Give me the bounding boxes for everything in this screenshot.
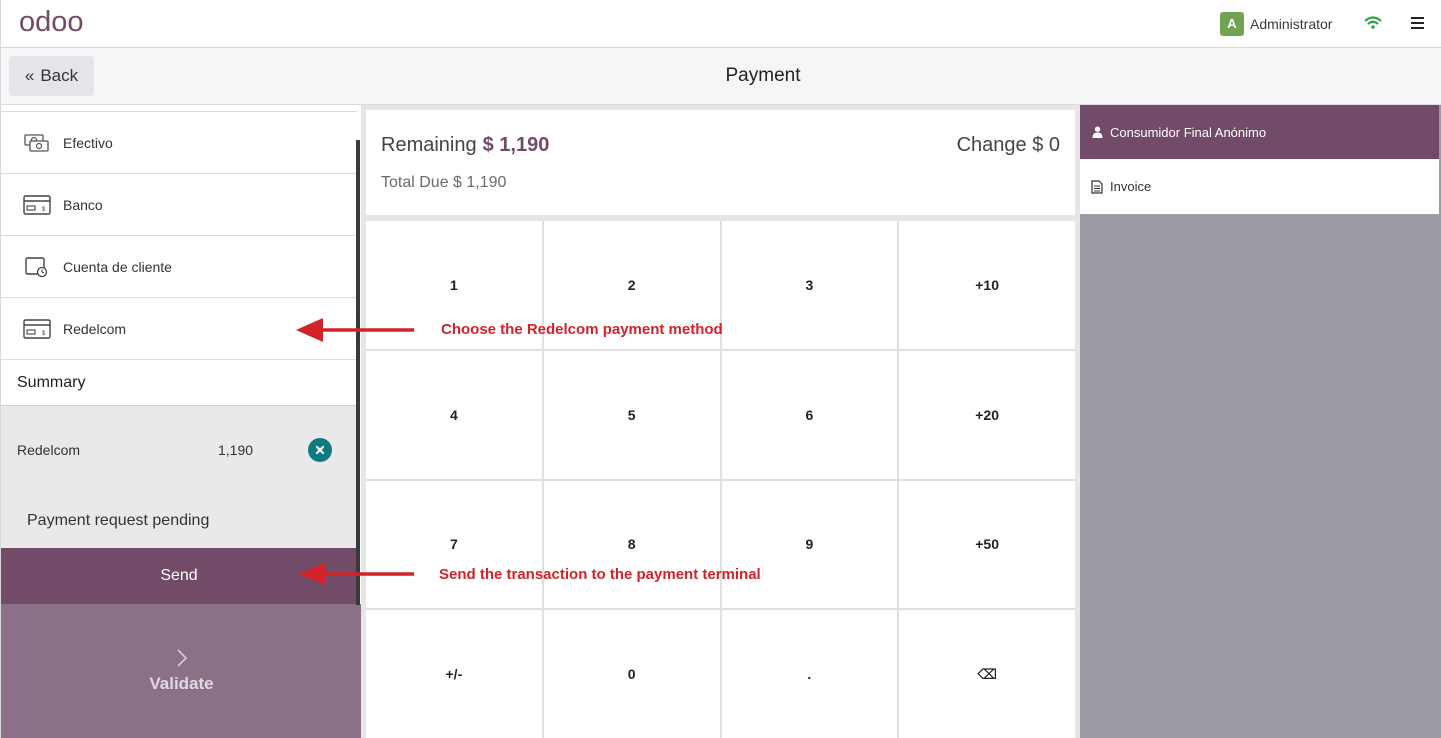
total-due-label: Total Due: [381, 174, 449, 191]
chevron-right-icon: [176, 649, 187, 667]
page-title: Payment: [725, 65, 801, 86]
odoo-logo: odoo: [19, 7, 84, 38]
payment-center-panel: Remaining $ 1,190 Change $ 0 Total Due $ …: [361, 105, 1080, 738]
control-bar: « Back Payment: [0, 48, 1441, 105]
customer-account-icon: [25, 256, 48, 277]
cash-icon: [24, 133, 49, 152]
total-due: Total Due $ 1,190: [381, 174, 506, 192]
back-label: Back: [40, 66, 79, 85]
user-name: Administrator: [1250, 15, 1333, 32]
svg-text:$: $: [42, 207, 46, 213]
remove-payment-line-button[interactable]: [308, 438, 332, 462]
annotation-send-transaction: Send the transaction to the payment term…: [439, 566, 761, 583]
numpad: 1 2 3 +10 4 5 6 +20 7 8 9 +50 +/- 0 . ⌫: [366, 221, 1075, 738]
numpad-key-3[interactable]: 3: [721, 221, 898, 349]
document-icon: [1091, 179, 1103, 194]
payment-method-efectivo[interactable]: Efectivo: [1, 112, 357, 174]
total-due-value: $ 1,190: [453, 174, 507, 191]
remaining-value: $ 1,190: [482, 134, 550, 156]
customer-button[interactable]: Consumidor Final Anónimo: [1080, 105, 1439, 159]
wifi-icon[interactable]: [1364, 14, 1382, 32]
numpad-key-4[interactable]: 4: [366, 350, 542, 479]
payment-line[interactable]: Redelcom 1,190 Payment request pending: [1, 406, 357, 548]
numpad-key-6[interactable]: 6: [721, 350, 898, 479]
hamburger-menu-icon[interactable]: [1411, 17, 1424, 29]
annotation-choose-method: Choose the Redelcom payment method: [441, 321, 723, 338]
numpad-key-plus-10[interactable]: +10: [899, 221, 1075, 349]
close-icon: [315, 445, 325, 455]
numpad-key-sign[interactable]: +/-: [366, 610, 542, 738]
backspace-icon[interactable]: ⌫: [899, 610, 1075, 738]
payment-method-cuenta-de-cliente[interactable]: Cuenta de cliente: [1, 236, 357, 298]
scroll-divider: [356, 140, 360, 605]
payment-line-amount: 1,190: [218, 442, 254, 458]
validate-label: Validate: [149, 674, 214, 693]
svg-text:odoo: odoo: [19, 7, 84, 38]
user-menu[interactable]: A Administrator: [1220, 11, 1332, 36]
numpad-key-9[interactable]: 9: [721, 480, 898, 609]
invoice-label: Invoice: [1110, 179, 1152, 194]
payment-line-method: Redelcom: [17, 442, 81, 458]
numpad-key-8[interactable]: 8: [543, 480, 720, 609]
payment-method-banco[interactable]: $ Banco: [1, 174, 357, 236]
double-chevron-left-icon: «: [24, 66, 35, 85]
numpad-key-0[interactable]: 0: [543, 610, 720, 738]
change-label: Change: [956, 134, 1027, 156]
numpad-key-decimal[interactable]: .: [721, 610, 898, 738]
numpad-key-plus-20[interactable]: +20: [899, 350, 1075, 479]
svg-text:$: $: [42, 331, 46, 337]
back-button[interactable]: « Back: [9, 56, 94, 96]
remaining-label: Remaining: [381, 134, 477, 156]
top-bar: odoo A Administrator: [0, 0, 1441, 48]
invoice-button[interactable]: Invoice: [1080, 159, 1439, 214]
numpad-key-5[interactable]: 5: [543, 350, 720, 479]
remaining-amount: Remaining $ 1,190: [381, 134, 549, 157]
payment-status-box: Remaining $ 1,190 Change $ 0 Total Due $ …: [366, 110, 1075, 215]
numpad-key-plus-50[interactable]: +50: [899, 480, 1075, 609]
annotation-arrow-icon: [296, 318, 414, 342]
card-icon: $: [23, 194, 51, 215]
payment-status-text: Payment request pending: [27, 512, 210, 529]
customer-panel: Consumidor Final Anónimo Invoice: [1080, 105, 1441, 738]
change-amount: Change $ 0: [957, 134, 1060, 157]
payment-method-label: Banco: [63, 196, 103, 213]
numpad-key-7[interactable]: 7: [366, 480, 542, 609]
payment-methods-panel: Efectivo $ Banco Cuenta de cliente $ Red…: [0, 105, 362, 738]
customer-name: Consumidor Final Anónimo: [1110, 124, 1267, 140]
card-icon: $: [23, 318, 51, 339]
change-value: $ 0: [1032, 134, 1060, 156]
payment-method-label: Cuenta de cliente: [63, 258, 172, 275]
payment-method-label: Efectivo: [63, 134, 113, 151]
payment-method-label: Redelcom: [63, 320, 127, 337]
validate-button[interactable]: Validate: [1, 604, 362, 738]
summary-heading: Summary: [1, 360, 357, 406]
user-avatar: A: [1220, 11, 1244, 36]
annotation-arrow-icon: [298, 563, 414, 585]
user-icon: [1092, 126, 1103, 138]
